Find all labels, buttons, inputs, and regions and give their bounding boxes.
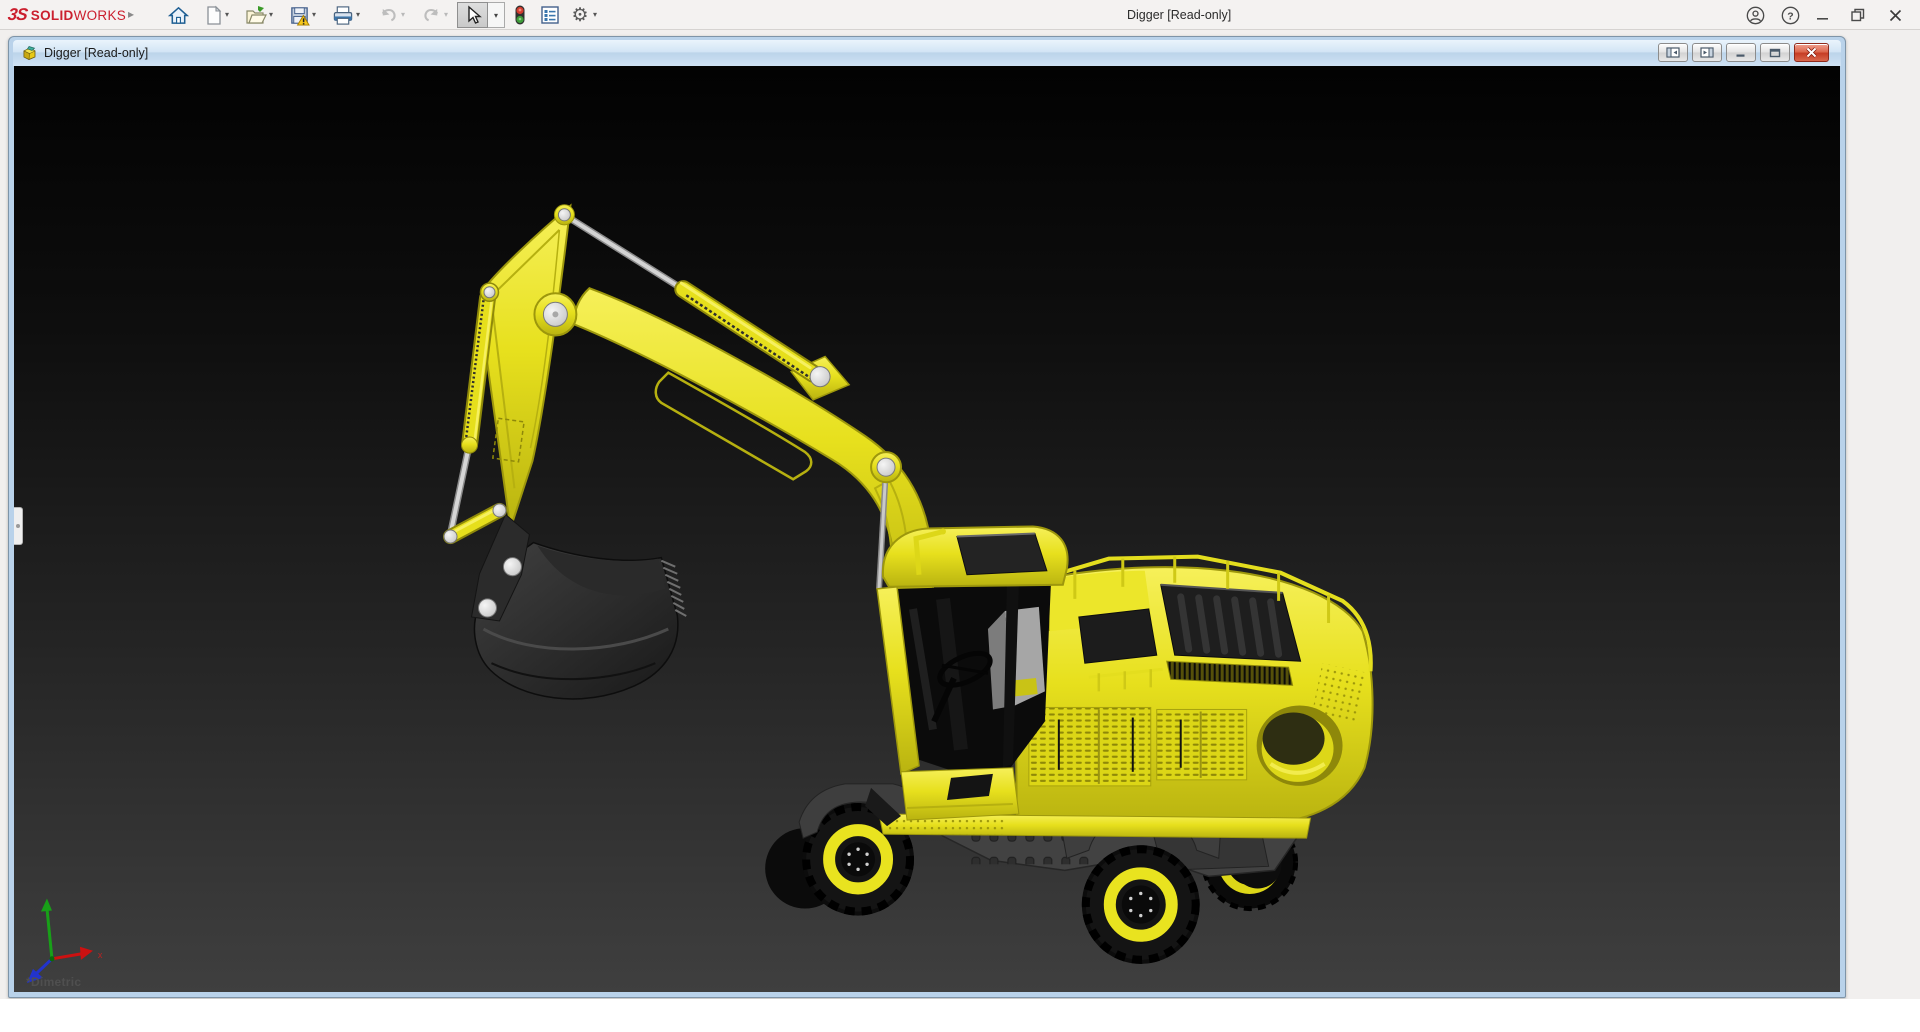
stick-cylinder — [451, 283, 499, 533]
save-icon[interactable] — [287, 3, 311, 27]
options-dropdown[interactable]: ▾ — [590, 10, 600, 19]
solidworks-app: 3S SOLIDWORKS ▸ ▾ ▾ ▾ ▾ ▾ ▾ — [0, 0, 1920, 1032]
undo-icon — [376, 3, 400, 27]
window-minimize-icon[interactable] — [1812, 4, 1834, 26]
window-close-icon[interactable] — [1884, 4, 1906, 26]
doc-close-button[interactable] — [1794, 43, 1829, 62]
document-caption-buttons — [1658, 43, 1829, 62]
view-orientation-label: *Dimetric — [26, 975, 81, 989]
toggle-right-pane-button[interactable] — [1692, 43, 1722, 62]
part-document-icon — [21, 45, 38, 61]
ds-logo-icon: 3S — [7, 5, 29, 25]
doc-minimize-button[interactable] — [1726, 43, 1756, 62]
home-icon[interactable] — [166, 3, 190, 27]
orientation-triad: x — [27, 898, 103, 982]
brand-works: WORKS — [74, 8, 127, 23]
document-titlebar[interactable]: Digger [Read-only] — [13, 40, 1841, 66]
svg-text:x: x — [98, 950, 103, 960]
account-icon[interactable] — [1744, 4, 1766, 26]
window-restore-icon[interactable] — [1847, 4, 1869, 26]
undo-dropdown: ▾ — [398, 10, 408, 19]
open-dropdown[interactable]: ▾ — [266, 10, 276, 19]
toolbar-expand-icon[interactable]: ▸ — [128, 7, 134, 21]
redo-icon — [419, 3, 443, 27]
pane-collapse-tab[interactable] — [14, 507, 23, 545]
app-titlebar: 3S SOLIDWORKS ▸ ▾ ▾ ▾ ▾ ▾ ▾ — [0, 0, 1920, 30]
svg-text:?: ? — [1787, 11, 1793, 22]
options-gear-icon[interactable]: ⚙ — [568, 3, 592, 27]
solidworks-logo: 3S SOLIDWORKS — [8, 4, 126, 26]
document-window: Digger [Read-only] — [8, 36, 1846, 998]
stick-arm — [479, 205, 576, 529]
wheel-rear-left — [1082, 845, 1200, 964]
redo-dropdown: ▾ — [441, 10, 451, 19]
excavator-model[interactable]: x — [14, 66, 1840, 992]
help-icon[interactable]: ? — [1779, 4, 1801, 26]
save-dropdown[interactable]: ▾ — [309, 10, 319, 19]
select-cursor-icon — [464, 5, 482, 25]
graphics-viewport[interactable]: x *Dimetric — [14, 66, 1840, 992]
select-tool-dropdown[interactable]: ▾ — [488, 2, 505, 28]
new-document-dropdown[interactable]: ▾ — [222, 10, 232, 19]
document-title: Digger [Read-only] — [44, 46, 148, 60]
print-icon[interactable] — [331, 3, 355, 27]
print-dropdown[interactable]: ▾ — [353, 10, 363, 19]
open-icon[interactable] — [244, 3, 268, 27]
doc-restore-button[interactable] — [1760, 43, 1790, 62]
app-background — [0, 999, 1920, 1032]
rebuild-traffic-light-icon[interactable] — [508, 3, 532, 27]
select-tool-button[interactable] — [457, 2, 488, 28]
toggle-left-pane-button[interactable] — [1658, 43, 1688, 62]
file-properties-icon[interactable] — [538, 3, 562, 27]
app-title: Digger [Read-only] — [1127, 8, 1231, 22]
brand-solid: SOLID — [31, 8, 74, 23]
